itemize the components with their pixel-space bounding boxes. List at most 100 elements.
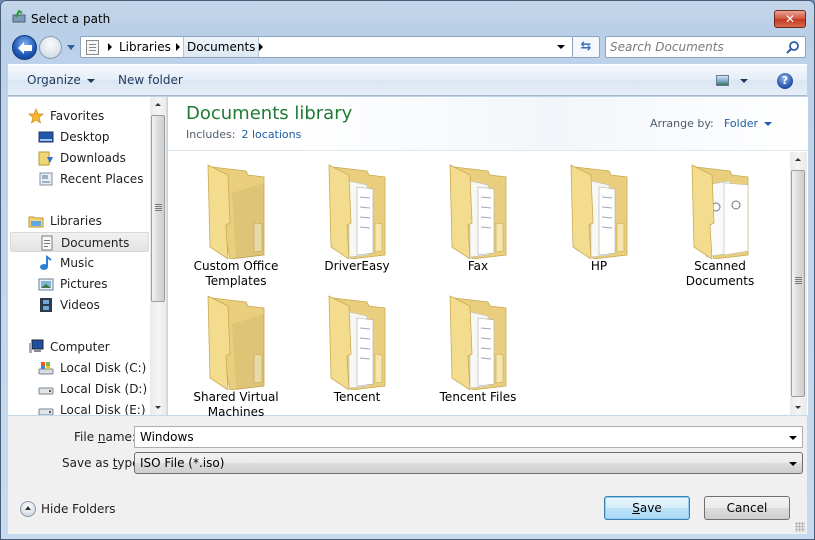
folder-item[interactable]: Custom Office Templates <box>181 155 291 288</box>
breadcrumb-separator-icon[interactable] <box>176 43 180 51</box>
folder-item[interactable]: Fax <box>423 155 533 285</box>
sidebar-item-label: Videos <box>60 298 100 312</box>
sidebar-item-documents[interactable]: Documents <box>10 232 149 252</box>
library-document-icon <box>86 40 99 55</box>
breadcrumb-libraries[interactable]: Libraries <box>116 37 174 57</box>
refresh-button[interactable]: ⇆ <box>573 36 600 58</box>
folder-item[interactable]: Tencent <box>302 286 412 416</box>
view-options-dropdown[interactable] <box>740 79 748 83</box>
disk-icon <box>38 408 54 415</box>
search-input[interactable] <box>610 39 780 55</box>
new-folder-button[interactable]: New folder <box>118 73 183 87</box>
search-icon[interactable] <box>786 40 800 54</box>
cancel-button[interactable]: Cancel <box>704 496 790 520</box>
sidebar-item-label: Local Disk (E:) <box>60 403 146 415</box>
grip-icon <box>795 277 802 278</box>
address-history-dropdown[interactable] <box>557 45 565 49</box>
scroll-up-icon[interactable] <box>795 158 801 161</box>
folder-name: DriverEasy <box>302 259 412 274</box>
folder-name: HP <box>544 259 654 274</box>
file-name-input[interactable] <box>140 429 770 445</box>
file-name-label: File name: <box>74 430 136 444</box>
help-icon[interactable]: ? <box>777 73 793 89</box>
grip-icon <box>155 204 162 205</box>
search-box[interactable] <box>605 36 806 58</box>
sidebar-item-label: Documents <box>61 236 130 250</box>
folder-item[interactable]: Tencent Files <box>423 286 533 416</box>
breadcrumb-separator-icon[interactable] <box>259 43 263 51</box>
address-bar[interactable]: Libraries Documents <box>80 36 573 58</box>
libraries-icon <box>28 216 44 228</box>
refresh-icon: ⇆ <box>580 39 592 54</box>
chevron-up-icon <box>20 501 36 517</box>
sidebar-item-label: Pictures <box>60 277 108 291</box>
sidebar-item-label: Libraries <box>50 214 102 228</box>
recent-places-icon <box>39 172 53 186</box>
title-bar: Select a path ✕ <box>1 1 814 33</box>
locations-link[interactable]: 2 locations <box>241 128 301 141</box>
organize-label: Organize <box>27 73 81 87</box>
sidebar-item-label: Local Disk (D:) <box>60 382 148 396</box>
breadcrumb-documents[interactable]: Documents <box>183 37 260 57</box>
folder-icon <box>449 164 507 259</box>
breadcrumb-separator-icon[interactable] <box>108 43 112 51</box>
includes-label: Includes: <box>186 128 236 141</box>
system-disk-icon <box>38 362 54 375</box>
close-button[interactable]: ✕ <box>774 10 806 28</box>
scroll-up-icon[interactable] <box>155 103 161 106</box>
downloads-icon <box>38 151 53 166</box>
sidebar-item-label: Computer <box>50 340 110 354</box>
back-button[interactable] <box>12 35 37 60</box>
folder-icon <box>207 164 265 259</box>
save-as-type-value: ISO File (*.iso) <box>140 456 225 470</box>
chevron-down-icon[interactable] <box>789 436 797 440</box>
folder-icon <box>570 164 628 259</box>
folder-name-line: DriverEasy <box>324 259 390 273</box>
save-form: File name: Save as type: ISO File (*.iso… <box>8 416 807 534</box>
computer-icon <box>29 339 44 353</box>
videos-icon <box>40 298 52 312</box>
disk-icon <box>38 387 54 395</box>
app-icon <box>12 10 26 23</box>
save-as-type-label: Save as type: <box>62 456 144 470</box>
content-scrollbar[interactable] <box>790 152 807 415</box>
save-as-type-select[interactable]: ISO File (*.iso) <box>134 452 803 474</box>
scroll-down-icon[interactable] <box>155 406 161 409</box>
recent-pages-dropdown[interactable] <box>67 45 75 50</box>
folder-item[interactable]: Scanned Documents <box>665 155 775 288</box>
save-dialog-window: Select a path ✕ Libraries Documents ⇆ Se… <box>0 0 815 540</box>
forward-button[interactable] <box>39 36 62 59</box>
folder-name-line: Scanned <box>694 259 746 273</box>
folder-item[interactable]: HP <box>544 155 654 285</box>
library-includes: Includes: 2 locations <box>186 128 301 141</box>
navigation-pane-scrollbar[interactable] <box>150 97 166 415</box>
save-button[interactable]: Save <box>604 496 690 520</box>
chevron-down-icon <box>86 78 95 83</box>
folder-name: Fax <box>423 259 533 274</box>
folder-item[interactable]: DriverEasy <box>302 155 412 285</box>
folder-name-line: HP <box>590 259 608 273</box>
back-arrow-icon <box>18 42 32 54</box>
folder-name-line: Tencent Files <box>439 390 517 404</box>
folder-item[interactable]: Shared Virtual Machines <box>181 286 291 419</box>
folder-name-line: Fax <box>467 259 489 273</box>
scrollbar-thumb[interactable] <box>151 115 165 302</box>
folder-name: Tencent Files <box>423 390 533 405</box>
star-icon <box>28 108 44 124</box>
organize-button[interactable]: Organize <box>27 73 95 87</box>
sidebar-item-label: Local Disk (C:) <box>60 361 147 375</box>
folder-name-line: Tencent <box>333 390 381 404</box>
folder-name: Scanned Documents <box>665 259 775 289</box>
scrollbar-thumb[interactable] <box>791 170 805 397</box>
resize-grip[interactable] <box>795 522 805 532</box>
scroll-down-icon[interactable] <box>795 406 801 409</box>
sidebar-item-label: Music <box>60 256 95 270</box>
window-title: Select a path <box>31 12 111 26</box>
file-name-combobox[interactable] <box>134 426 803 448</box>
close-icon: ✕ <box>784 12 796 26</box>
navigation-pane: Favorites Desktop Downloads Recent Place… <box>8 97 167 415</box>
arrange-by-dropdown[interactable]: Folder <box>724 117 772 130</box>
folder-icon <box>691 164 749 259</box>
change-view-icon[interactable] <box>716 75 729 86</box>
music-icon <box>40 255 52 270</box>
